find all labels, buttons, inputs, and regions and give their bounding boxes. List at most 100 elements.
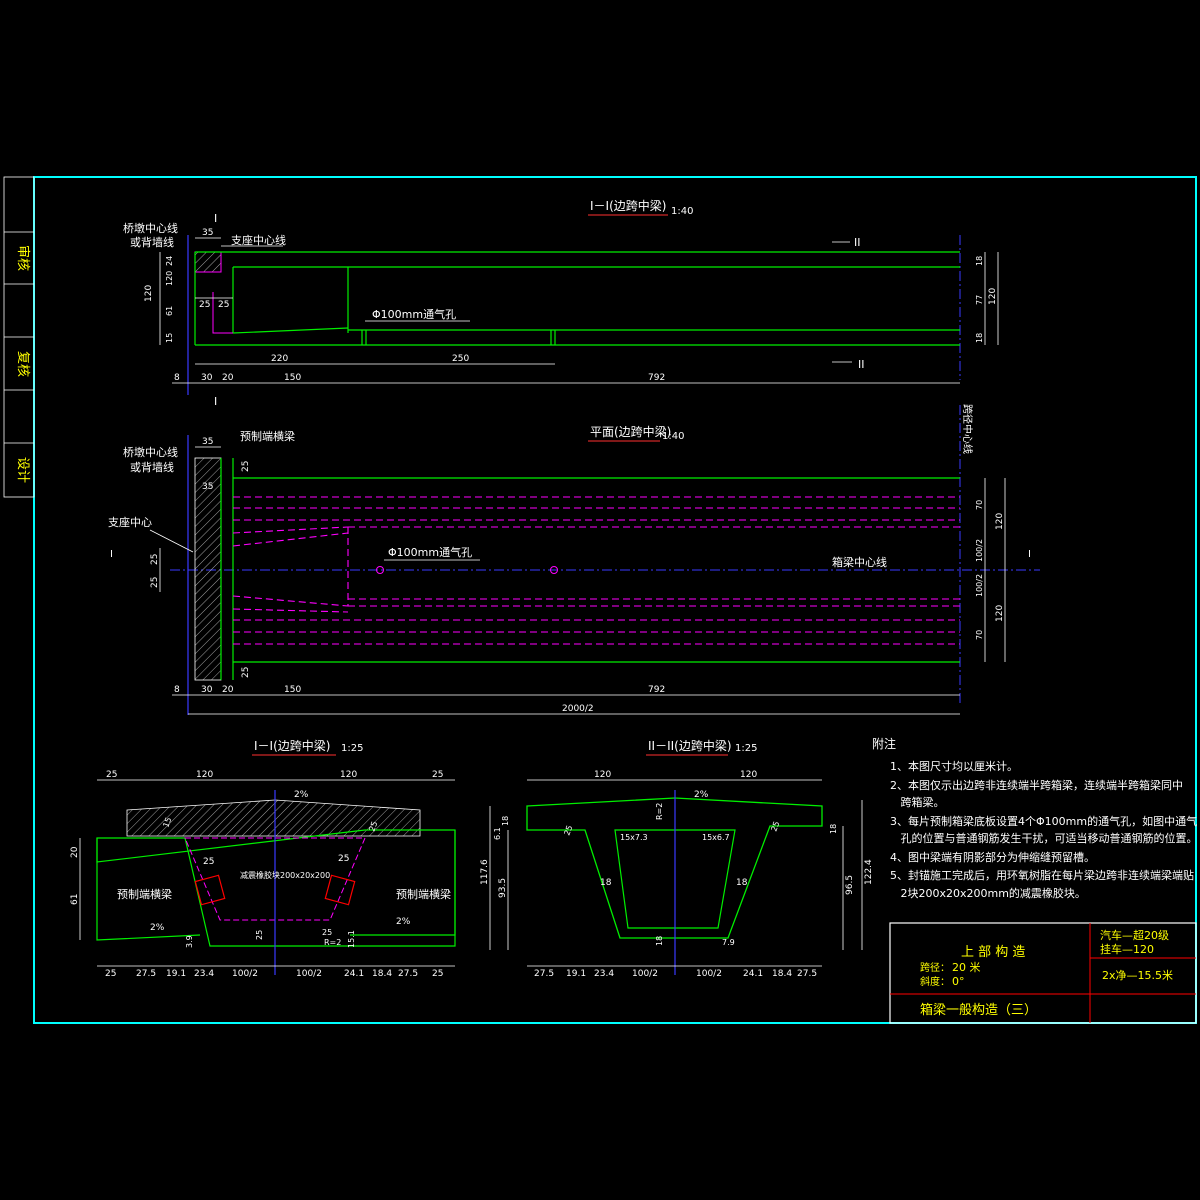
s2-fillet-right: 15x6.7 — [702, 833, 730, 842]
s1-slope-left: 2% — [150, 923, 165, 933]
v1-dim-b-4: 792 — [648, 373, 665, 383]
stamp-design: 设计 — [15, 457, 30, 483]
s2-dim-b-6: 18.4 — [772, 969, 792, 979]
s2-title: II－II(边跨中梁) — [648, 738, 732, 753]
s1-bearing-block: 减震橡胶块200x20x200 — [240, 870, 330, 880]
s1-dim-misc-5: 20 — [70, 846, 80, 858]
s2-scale: 1:25 — [735, 743, 757, 754]
v1-dim-left-2: 120 — [165, 271, 174, 286]
s1-dim-b-1: 27.5 — [136, 969, 156, 979]
s1-dim-b-3: 23.4 — [194, 969, 214, 979]
s2-dim-misc-9: 18 — [829, 824, 838, 834]
notes-block: 附注 1、本图尺寸均以厘米计。 2、本图仅示出边跨非连续端半跨箱梁，连续端半跨箱… — [872, 736, 1198, 900]
v2-dim-left-1: 25 — [150, 577, 160, 588]
v2-dim-top: 35 — [202, 437, 213, 447]
s2-dim-misc-2: 25 — [562, 824, 574, 837]
v2-dim-b-1: 30 — [201, 685, 213, 695]
s2-dim-misc-3: 25 — [769, 820, 781, 833]
s2-dim-misc-4: 18 — [600, 878, 612, 888]
v2-dim-right-3: 100/2 — [975, 574, 984, 597]
v2-dim-inner-2: 25 — [241, 667, 251, 678]
s1-dim-top-2: 120 — [340, 770, 357, 780]
s1-dim-misc-7: 3.9 — [185, 935, 194, 948]
tb-project: 上 部 构 造 — [961, 945, 1025, 960]
s1-dim-misc-2: 25 — [338, 854, 349, 864]
s1-dim-misc-9: 15.1 — [347, 930, 356, 948]
note-line: 孔的位置与普通钢筋发生干扰，可适当移动普通钢筋的位置。 — [890, 831, 1198, 845]
v2-dim-right-1: 120 — [995, 513, 1005, 530]
v2-mark-I-right: I — [1028, 549, 1031, 560]
v2-dim-right-4: 120 — [995, 605, 1005, 622]
v1-pier-line-b: 或背墙线 — [130, 235, 174, 249]
s1-dim-b-6: 24.1 — [344, 969, 364, 979]
note-line: 1、本图尺寸均以厘米计。 — [890, 759, 1018, 773]
s1-label-right: 预制端横梁 — [396, 887, 451, 901]
v2-dim-inner-0: 35 — [202, 482, 213, 492]
view2-scale: 1:40 — [662, 431, 684, 442]
v2-dim-total: 2000/2 — [562, 704, 594, 714]
s2-dim-misc-8: 7.9 — [722, 938, 735, 947]
tb-skew-label: 斜度： — [920, 975, 950, 988]
v2-bearing-label: 支座中心 — [108, 515, 152, 529]
section-II-view: II－II(边跨中梁) 1:25 120 120 2% 15x7.3 15x6.… — [480, 738, 874, 979]
s2-dim-left-1: 93.5 — [498, 878, 508, 898]
s1-dim-b-2: 19.1 — [166, 969, 186, 979]
note-line: 4、图中梁端有阴影部分为伸缩缝预留槽。 — [890, 850, 1095, 864]
v1-dim-right-3: 120 — [988, 288, 998, 305]
tb-span-value: 20 米 — [952, 961, 981, 974]
section-I-view: I－I(边跨中梁) 1:25 25 120 120 25 2% 2% 2% 预制… — [70, 738, 456, 979]
v1-dim-b-1: 30 — [201, 373, 213, 383]
v1-dim-inner-0: 25 — [199, 300, 210, 310]
tb-width: 2x净—15.5米 — [1102, 968, 1173, 982]
v1-dim-right-2: 18 — [975, 333, 984, 343]
note-line: 跨箱梁。 — [890, 795, 945, 809]
s1-dim-top-0: 25 — [106, 770, 117, 780]
v2-centerline-label: 箱梁中心线 — [832, 555, 887, 569]
v1-dim-left-3: 61 — [165, 306, 174, 316]
v2-dim-b-3: 150 — [284, 685, 301, 695]
s2-dim-top-1: 120 — [740, 770, 757, 780]
s2-dim-misc-5: 18 — [736, 878, 748, 888]
s1-dim-misc-1: 25 — [203, 857, 214, 867]
v2-dim-right-0: 70 — [975, 500, 984, 510]
note-line: 2、本图仅示出边跨非连续端半跨箱梁，连续端半跨箱梁同中 — [890, 778, 1183, 792]
s1-slope-top: 2% — [294, 790, 309, 800]
s1-dim-b-5: 100/2 — [296, 969, 322, 979]
v1-bearing-line: 支座中心线 — [231, 233, 286, 247]
v1-mark-I-top: I — [214, 212, 217, 225]
s2-dim-b-2: 23.4 — [594, 969, 614, 979]
note-line: 2块200x20x200mm的减震橡胶块。 — [890, 886, 1086, 900]
s2-dim-b-3: 100/2 — [632, 969, 658, 979]
s2-dim-b-0: 27.5 — [534, 969, 554, 979]
v2-dim-right-5: 70 — [975, 630, 984, 640]
v2-vent-label: Φ100mm通气孔 — [388, 545, 472, 559]
view1-title: I－I(边跨中梁) — [590, 198, 666, 213]
note-line: 5、封锚施工完成后，用环氧树脂在每片梁边跨非连续端梁端贴 — [890, 868, 1194, 882]
v2-pier-line-a: 桥墩中心线 — [123, 445, 178, 459]
s1-dim-misc-4: 25 — [255, 930, 264, 940]
view1-scale: 1:40 — [671, 206, 693, 217]
view2-title: 平面(边跨中梁) — [590, 424, 671, 439]
v1-pier-line-a: 桥墩中心线 — [123, 221, 178, 235]
v1-dim-left-4: 15 — [165, 333, 174, 343]
tb-load-2: 挂车—120 — [1100, 942, 1154, 956]
tb-load-1: 汽车—超20级 — [1100, 928, 1169, 942]
v2-dim-left-0: 25 — [150, 554, 160, 565]
s2-dim-misc-7: R=2 — [655, 803, 664, 820]
elevation-view: I－I(边跨中梁) 1:40 桥墩中心线 或背墙线 支座中心线 Φ100mm通气… — [123, 198, 999, 408]
v2-dim-b-4: 792 — [648, 685, 665, 695]
s2-dim-b-4: 100/2 — [696, 969, 722, 979]
v1-dim-span-0: 220 — [271, 354, 288, 364]
v1-dim-b-2: 20 — [222, 373, 234, 383]
v1-dim-right-1: 77 — [975, 295, 984, 305]
title-block: 上 部 构 造 跨径： 20 米 斜度： 0° 汽车—超20级 挂车—120 2… — [889, 922, 1197, 1024]
s1-dim-b-7: 18.4 — [372, 969, 392, 979]
v1-dim-left-0: 120 — [144, 285, 154, 302]
v1-mark-II-bottom: II — [858, 358, 865, 371]
v2-dim-right-2: 100/2 — [975, 539, 984, 562]
s2-dim-b-7: 27.5 — [797, 969, 817, 979]
s1-dim-top-1: 120 — [196, 770, 213, 780]
s2-dim-top-0: 120 — [594, 770, 611, 780]
s2-fillet-left: 15x7.3 — [620, 833, 648, 842]
v2-span-center-label: 跨径中心线 — [961, 404, 974, 454]
